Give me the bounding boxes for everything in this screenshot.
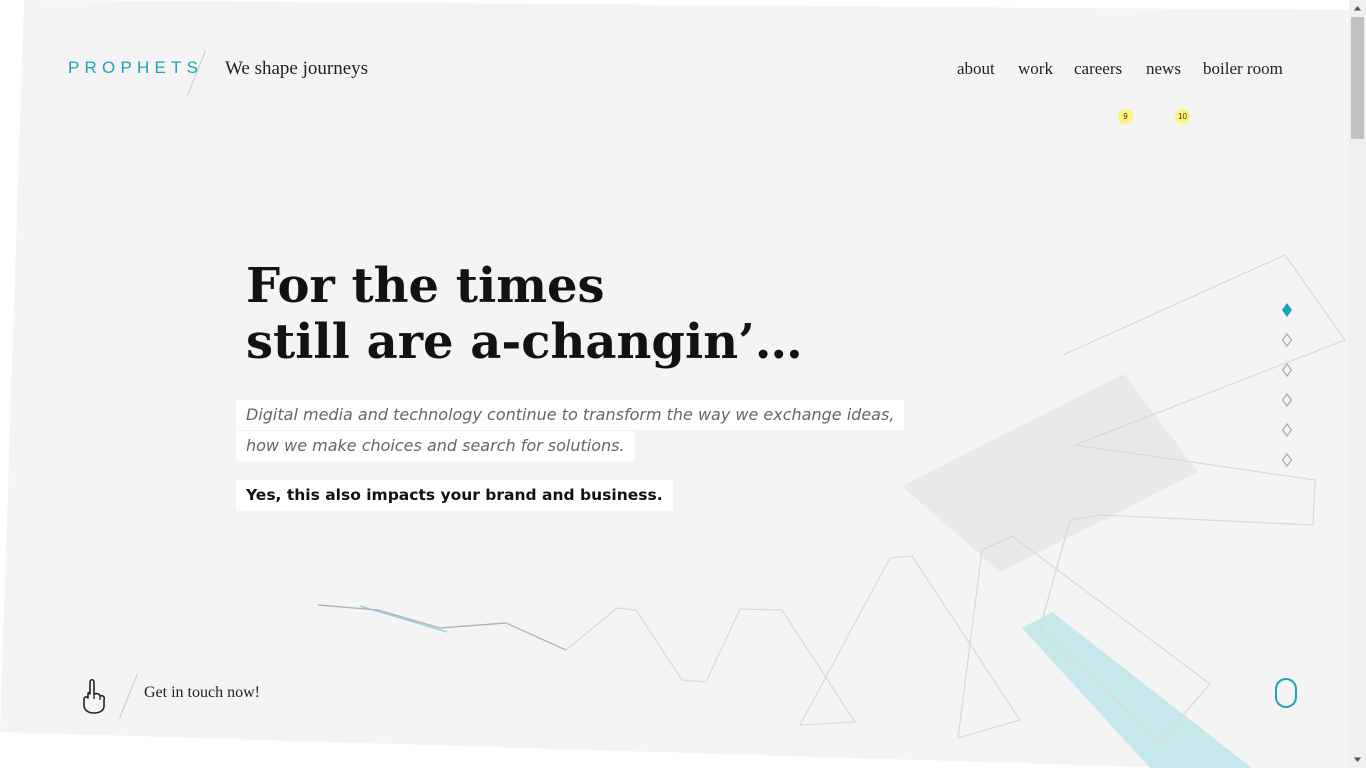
scroll-up-arrow-icon[interactable] (1349, 0, 1366, 17)
logo[interactable]: PROPHETS (68, 58, 203, 78)
nav-boiler-room[interactable]: boiler room (1203, 59, 1283, 79)
nav-work[interactable]: work (1018, 59, 1053, 79)
intro-text-line: how we make choices and search for solut… (236, 431, 635, 461)
nav-news[interactable]: news (1146, 59, 1181, 79)
hero-title-line: For the times (246, 258, 605, 314)
slide-dot[interactable] (1280, 332, 1294, 348)
hero-background (0, 0, 1349, 768)
impact-statement: Yes, this also impacts your brand and bu… (236, 480, 673, 511)
intro-text-line: Digital media and technology continue to… (236, 400, 905, 430)
scroll-down-arrow-icon[interactable] (1349, 751, 1366, 768)
nav-careers[interactable]: careers (1074, 59, 1122, 79)
slide-dot[interactable] (1280, 362, 1294, 378)
slide-dot-active[interactable] (1280, 302, 1294, 318)
tagline: We shape journeys (225, 58, 369, 79)
hero-title-line: still are a-changin’… (246, 314, 803, 370)
nav-about[interactable]: about (957, 59, 995, 79)
vertical-scrollbar[interactable] (1349, 0, 1366, 768)
careers-count-badge: 9 (1118, 109, 1133, 124)
pointing-hand-icon (83, 678, 106, 714)
mouse-scroll-icon[interactable] (1275, 678, 1297, 708)
get-in-touch-label: Get in touch now! (144, 684, 260, 701)
slide-dot[interactable] (1280, 422, 1294, 438)
slide-dot[interactable] (1280, 452, 1294, 468)
scrollbar-thumb[interactable] (1351, 17, 1364, 139)
hero-title: For the times still are a-changin’… (246, 258, 803, 370)
slide-dot[interactable] (1280, 392, 1294, 408)
news-count-badge: 10 (1175, 109, 1190, 124)
